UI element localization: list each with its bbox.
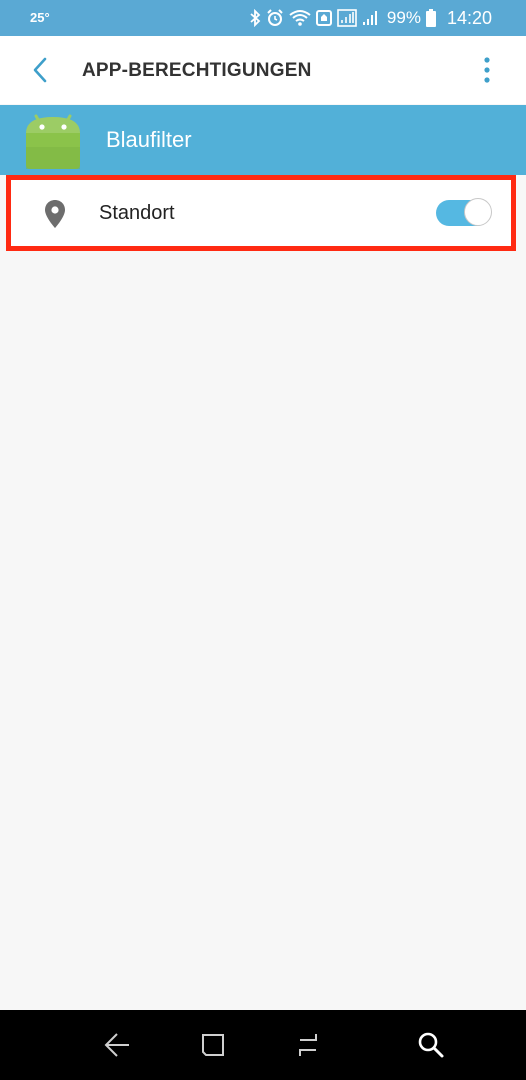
highlight-frame: Standort xyxy=(6,175,516,251)
more-vertical-icon xyxy=(484,57,490,83)
app-header: Blaufilter xyxy=(0,105,526,175)
status-icons: 99% 14:20 xyxy=(249,6,492,30)
nav-recents-icon xyxy=(299,1034,317,1056)
navigation-bar xyxy=(0,1010,526,1080)
location-pin-icon xyxy=(45,200,65,228)
nav-home-icon xyxy=(202,1034,224,1056)
permission-label: Standort xyxy=(99,202,175,224)
app-bar: APP-BERECHTIGUNGEN xyxy=(0,36,526,104)
nav-home-button[interactable] xyxy=(196,1028,230,1062)
nav-search-icon xyxy=(418,1032,444,1058)
status-temperature: 25° xyxy=(30,10,50,25)
back-button[interactable] xyxy=(22,52,58,88)
screen: 25° 99% 14:20 APP-BERECHTIGUNGEN Blaufil… xyxy=(0,0,526,1080)
alarm-icon xyxy=(266,9,284,27)
nav-recents-button[interactable] xyxy=(291,1028,325,1062)
status-bar: 25° 99% 14:20 xyxy=(0,0,526,36)
bluetooth-icon xyxy=(249,9,261,27)
more-options-button[interactable] xyxy=(478,54,496,86)
nav-back-button[interactable] xyxy=(100,1028,134,1062)
wifi-icon xyxy=(289,9,311,27)
battery-percentage: 99% xyxy=(386,8,421,27)
signal-sim2-icon xyxy=(362,9,380,27)
status-time: 14:20 xyxy=(446,7,492,28)
nav-search-button[interactable] xyxy=(414,1028,448,1062)
battery-icon xyxy=(425,9,436,27)
location-toggle[interactable] xyxy=(436,198,492,228)
app-name: Blaufilter xyxy=(106,127,192,152)
page-title: APP-BERECHTIGUNGEN xyxy=(82,60,312,81)
chevron-left-icon xyxy=(33,57,47,83)
toggle-knob xyxy=(464,198,492,226)
signal-sim1-icon xyxy=(337,9,357,27)
nfc-icon xyxy=(315,9,332,27)
permission-row-location[interactable]: Standort xyxy=(11,180,511,246)
nav-back-icon xyxy=(104,1033,129,1057)
android-app-icon xyxy=(26,114,80,169)
